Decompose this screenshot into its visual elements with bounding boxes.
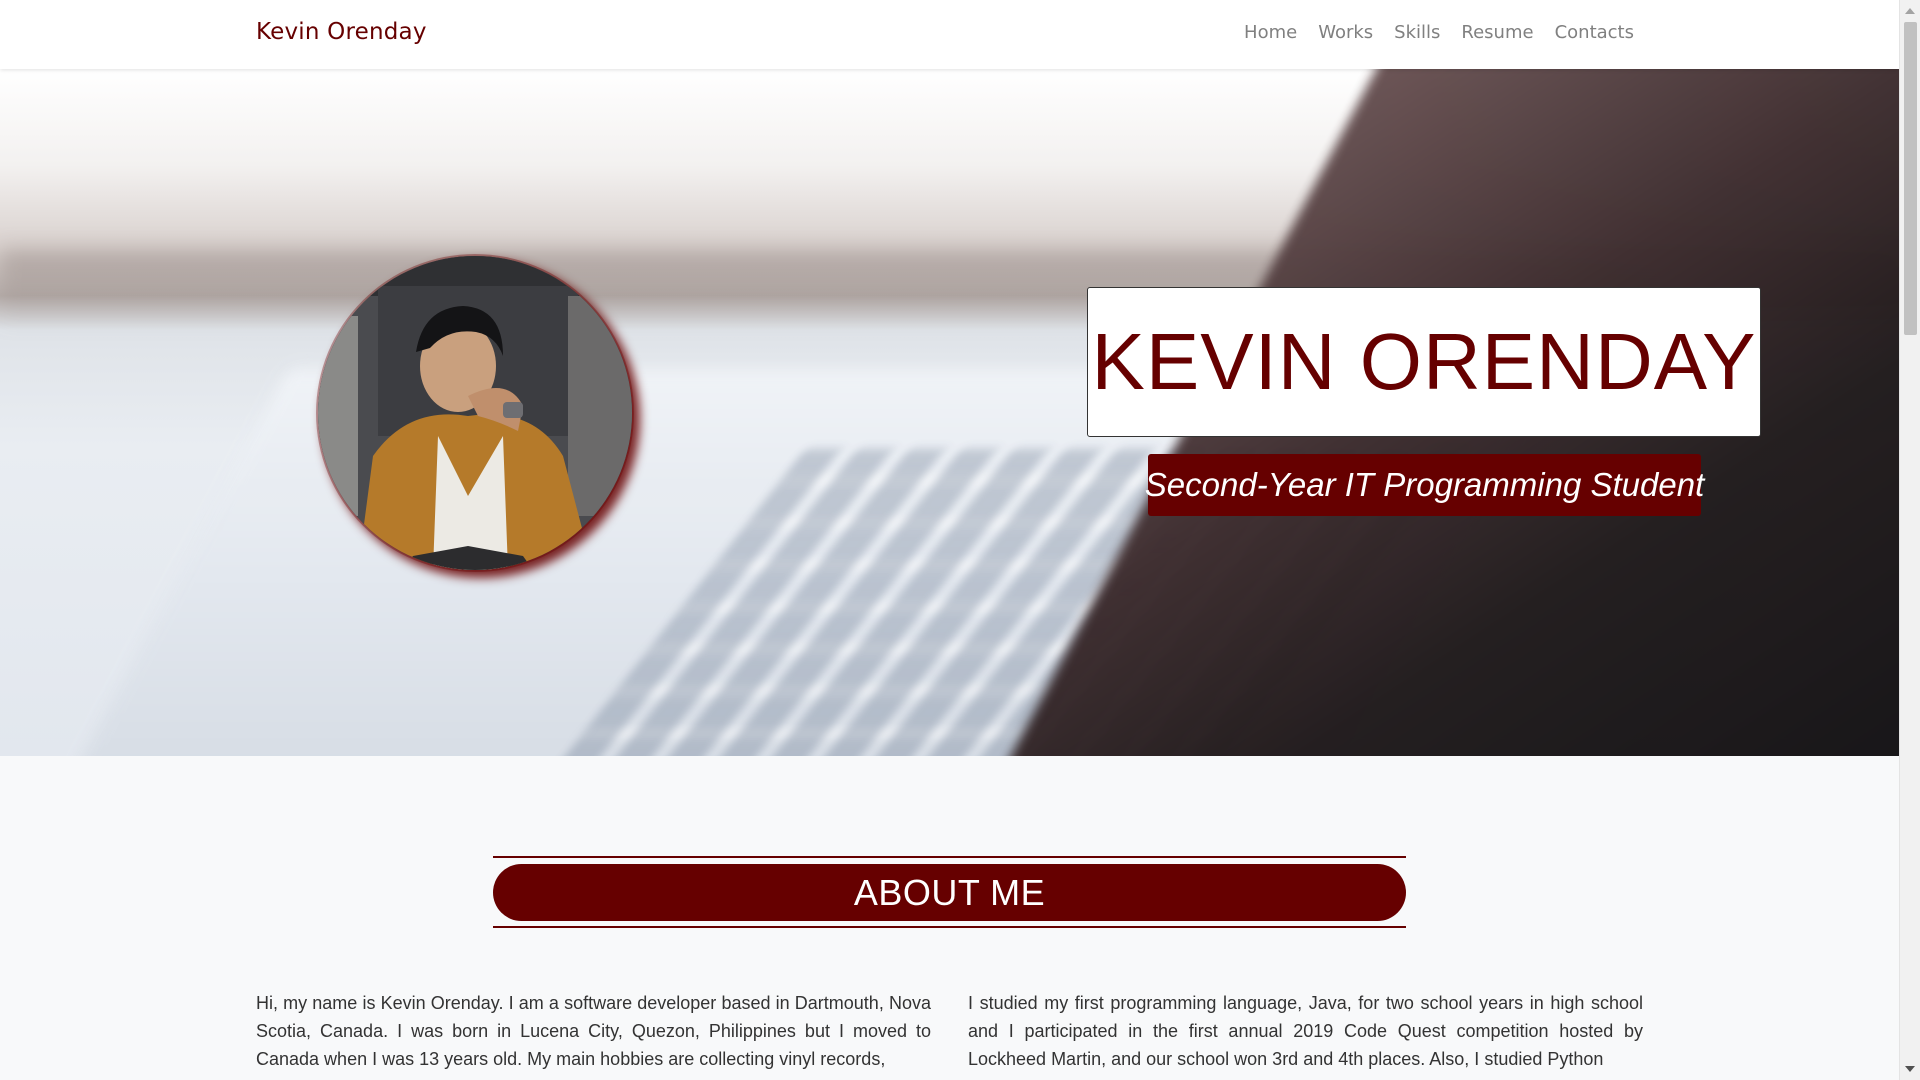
about-paragraph-right: I studied my first programming language,…	[968, 993, 1643, 1069]
hero-name-box: KEVIN ORENDAY	[1087, 287, 1761, 437]
chevron-down-icon[interactable]	[1905, 1066, 1915, 1072]
hero-subtitle: Second-Year IT Programming Student	[1144, 466, 1705, 503]
nav-link-contacts[interactable]: Contacts	[1555, 22, 1634, 43]
about-heading-pill: ABOUT ME	[493, 864, 1406, 921]
hero-name: KEVIN ORENDAY	[1091, 317, 1757, 406]
about-bottom-divider	[493, 926, 1406, 928]
navbar: Kevin Orenday Home Works Skills Resume C…	[0, 0, 1899, 69]
nav-item-skills: Skills	[1394, 22, 1440, 43]
avatar	[318, 256, 632, 570]
nav-link-resume[interactable]: Resume	[1461, 22, 1533, 43]
chevron-up-icon[interactable]	[1905, 8, 1915, 14]
avatar-photo	[318, 256, 632, 570]
about-heading: ABOUT ME	[853, 871, 1046, 913]
nav-link-works[interactable]: Works	[1318, 22, 1373, 43]
nav-link-home[interactable]: Home	[1244, 22, 1297, 43]
nav-item-resume: Resume	[1461, 22, 1533, 43]
nav-item-works: Works	[1318, 22, 1373, 43]
hero-subtitle-badge: Second-Year IT Programming Student	[1144, 454, 1705, 516]
vertical-scrollbar[interactable]	[1899, 0, 1920, 1080]
scrollbar-thumb[interactable]	[1904, 22, 1917, 335]
brand-link[interactable]: Kevin Orenday	[256, 19, 427, 45]
about-paragraph-left: Hi, my name is Kevin Orenday. I am a sof…	[256, 993, 931, 1069]
nav-item-contacts: Contacts	[1555, 22, 1634, 43]
nav-link-skills[interactable]: Skills	[1394, 22, 1440, 43]
about-top-divider	[493, 856, 1406, 858]
nav-item-home: Home	[1244, 22, 1297, 43]
nav-links: Home Works Skills Resume Contacts	[1244, 22, 1634, 43]
